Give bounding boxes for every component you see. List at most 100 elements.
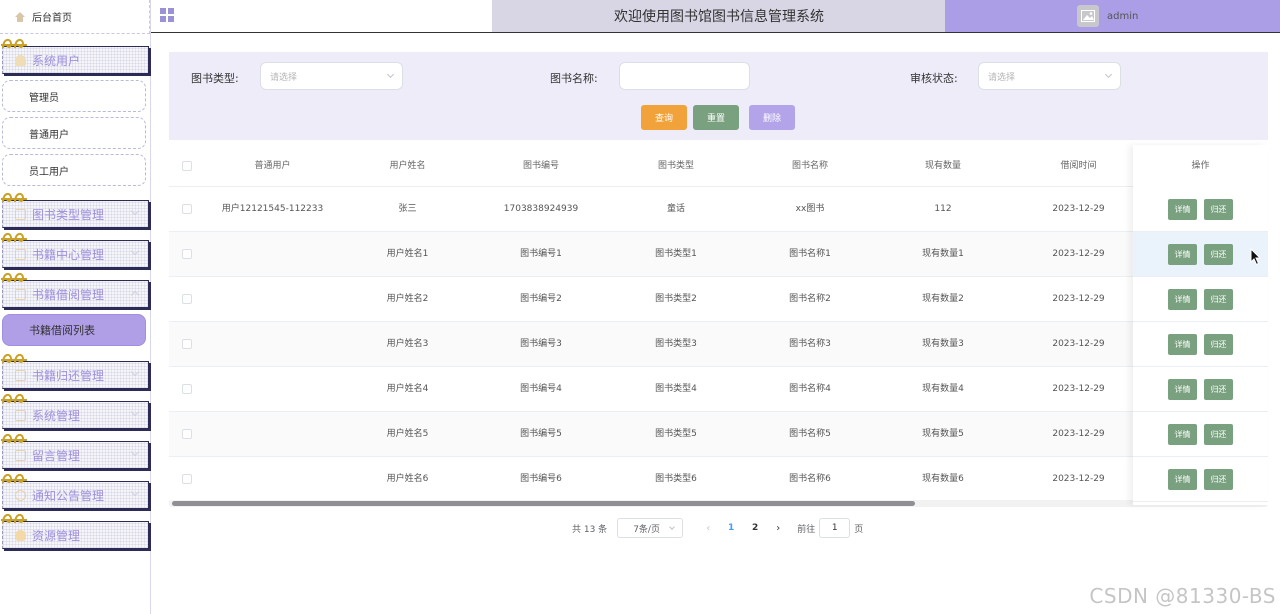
return-button[interactable]: 归还 xyxy=(1204,289,1233,310)
sidebar-menu-label: 留言管理 xyxy=(32,448,81,463)
sidebar-menu-label: 系统管理 xyxy=(32,408,81,423)
row-checkbox[interactable] xyxy=(182,474,192,484)
sidebar-menu-notice[interactable]: 通知公告管理 xyxy=(1,473,149,509)
row-checkbox[interactable] xyxy=(182,339,192,349)
sidebar-menu-resource[interactable]: 资源管理 xyxy=(1,513,149,549)
menu-toggle-grid-icon[interactable] xyxy=(160,8,174,22)
detail-button[interactable]: 详情 xyxy=(1168,424,1197,445)
horizontal-scrollbar-thumb[interactable] xyxy=(172,501,915,506)
table-row[interactable]: 用户姓名2 图书编号2 图书类型2 图书名称2 现有数量2 2023-12-29 xyxy=(169,277,1268,322)
book-type-select[interactable]: 请选择 xyxy=(260,62,403,90)
table-row[interactable]: 用户姓名4 图书编号4 图书类型4 图书名称4 现有数量4 2023-12-29 xyxy=(169,367,1268,412)
table-cell: 现有数量2 xyxy=(922,294,964,304)
column-header[interactable]: 用户姓名 xyxy=(340,145,475,187)
paperclip-icon xyxy=(1,433,27,444)
book-name-input[interactable] xyxy=(619,62,750,90)
reset-button[interactable]: 重置 xyxy=(693,105,739,130)
table-cell: 图书名称1 xyxy=(789,249,831,259)
sidebar-menu-system[interactable]: 系统管理 xyxy=(1,393,149,429)
sidebar-sub-admin[interactable]: 管理员 xyxy=(2,80,146,112)
user-menu[interactable]: admin xyxy=(945,0,1280,32)
sidebar-menu-book-borrow[interactable]: 书籍借阅管理 xyxy=(1,272,149,308)
sidebar-home[interactable]: 后台首页 xyxy=(0,0,150,34)
table-cell: 2023-12-29 xyxy=(1052,339,1105,349)
return-button[interactable]: 归还 xyxy=(1204,334,1233,355)
detail-button[interactable]: 详情 xyxy=(1168,199,1197,220)
return-button[interactable]: 归还 xyxy=(1204,469,1233,490)
page-size-value: 7条/页 xyxy=(633,524,660,535)
sidebar-menu-label: 系统用户 xyxy=(32,53,81,68)
column-header[interactable]: 普通用户 xyxy=(205,145,340,187)
table-row[interactable]: 用户姓名3 图书编号3 图书类型3 图书名称3 现有数量3 2023-12-29 xyxy=(169,322,1268,367)
table-row[interactable]: 用户12121545-112233 张三 1703838924939 童话 xx图书 11… xyxy=(169,187,1268,232)
table-row[interactable]: 用户姓名5 图书编号5 图书类型5 图书名称5 现有数量5 2023-12-29 xyxy=(169,412,1268,457)
chevron-up-icon xyxy=(130,290,140,300)
image-icon xyxy=(1081,10,1095,22)
column-header[interactable]: 图书类型 xyxy=(607,145,745,187)
info-icon xyxy=(15,489,26,501)
column-header[interactable]: 现有数量 xyxy=(875,145,1011,187)
table-row[interactable]: 用户姓名6 图书编号6 图书类型6 图书名称6 现有数量6 2023-12-29 xyxy=(169,457,1268,502)
query-button[interactable]: 查询 xyxy=(641,105,687,130)
table-cell: 用户12121545-112233 xyxy=(221,204,324,214)
table-cell xyxy=(205,232,340,277)
table-cell: 图书编号1 xyxy=(520,249,562,259)
row-checkbox[interactable] xyxy=(182,384,192,394)
sidebar-sub-label: 书籍借阅列表 xyxy=(29,324,95,337)
select-all-checkbox[interactable] xyxy=(182,161,192,171)
sidebar-menu-book-center[interactable]: 书籍中心管理 xyxy=(1,232,149,268)
return-button[interactable]: 归还 xyxy=(1204,424,1233,445)
column-header[interactable]: 图书名称 xyxy=(745,145,875,187)
next-page-button[interactable]: › xyxy=(767,523,789,534)
return-button[interactable]: 归还 xyxy=(1204,199,1233,220)
goto-page-input[interactable]: 1 xyxy=(819,518,851,538)
sidebar-menu-book-type[interactable]: 图书类型管理 xyxy=(1,192,149,228)
table-cell: 用户姓名4 xyxy=(386,384,429,394)
chevron-down-icon xyxy=(130,447,140,457)
table-cell: 现有数量4 xyxy=(922,384,964,394)
page-number-2[interactable]: 2 xyxy=(743,523,767,533)
avatar[interactable] xyxy=(1077,5,1099,27)
row-checkbox[interactable] xyxy=(182,429,192,439)
detail-button[interactable]: 详情 xyxy=(1168,379,1197,400)
column-header[interactable]: 图书编号 xyxy=(475,145,607,187)
table-cell: 图书编号2 xyxy=(520,294,562,304)
table-cell: 图书类型5 xyxy=(655,429,697,439)
chevron-down-icon xyxy=(386,70,395,79)
table-cell: 图书类型4 xyxy=(655,384,697,394)
sidebar-menu-system-users[interactable]: 系统用户 xyxy=(1,38,149,74)
audit-status-select[interactable]: 请选择 xyxy=(978,62,1121,90)
column-header[interactable]: 借阅时间 xyxy=(1011,145,1146,187)
page-number-1[interactable]: 1 xyxy=(719,523,743,533)
return-button[interactable]: 归还 xyxy=(1204,379,1233,400)
sidebar-menu-label: 图书类型管理 xyxy=(32,207,105,222)
sidebar-menu-message[interactable]: 留言管理 xyxy=(1,433,149,469)
detail-button[interactable]: 详情 xyxy=(1168,244,1197,265)
sidebar-menu-label: 资源管理 xyxy=(32,528,81,543)
row-checkbox[interactable] xyxy=(182,249,192,259)
table-cell xyxy=(205,367,340,412)
paperclip-icon xyxy=(1,353,27,364)
message-icon xyxy=(15,449,26,461)
row-checkbox[interactable] xyxy=(182,204,192,214)
table-row[interactable]: 用户姓名1 图书编号1 图书类型1 图书名称1 现有数量1 2023-12-29 xyxy=(169,232,1268,277)
detail-button[interactable]: 详情 xyxy=(1168,334,1197,355)
page-size-select[interactable]: 7条/页 xyxy=(617,518,684,538)
prev-page-button[interactable]: ‹ xyxy=(697,523,719,534)
bulb-icon xyxy=(15,529,26,541)
row-checkbox[interactable] xyxy=(182,294,192,304)
table-cell: 童话 xyxy=(666,204,685,214)
search-panel: 图书类型: 请选择 图书名称: 审核状态: 请选择 查询 重置 删除 xyxy=(169,52,1268,140)
sidebar-sub-staff-user[interactable]: 员工用户 xyxy=(2,154,146,186)
sidebar-sub-borrow-list[interactable]: 书籍借阅列表 xyxy=(2,314,146,346)
delete-button[interactable]: 删除 xyxy=(749,105,795,130)
sidebar-menu-book-return[interactable]: 书籍归还管理 xyxy=(1,353,149,389)
paperclip-icon xyxy=(1,272,27,283)
chevron-down-icon xyxy=(130,367,140,377)
table-cell: 112 xyxy=(934,204,952,214)
sidebar-sub-label: 管理员 xyxy=(29,92,59,104)
sidebar-sub-normal-user[interactable]: 普通用户 xyxy=(2,117,146,149)
detail-button[interactable]: 详情 xyxy=(1168,469,1197,490)
detail-button[interactable]: 详情 xyxy=(1168,289,1197,310)
return-button[interactable]: 归还 xyxy=(1204,244,1233,265)
